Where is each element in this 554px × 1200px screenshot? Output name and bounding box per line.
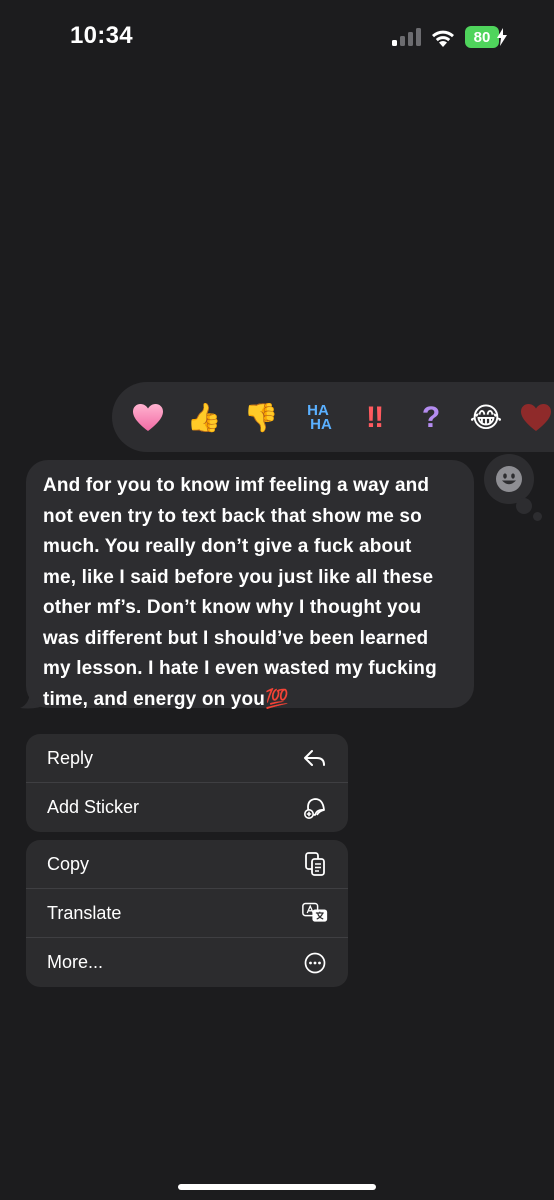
heart-icon (133, 404, 163, 431)
hundred-points-emoji: 💯 (265, 688, 289, 710)
battery-level: 80 (465, 26, 499, 48)
heart-reaction-button[interactable] (129, 399, 167, 437)
menu-item-label: Copy (47, 853, 90, 874)
menu-item-copy[interactable]: Copy (26, 840, 348, 889)
copy-icon (302, 851, 328, 877)
haha-reaction-button[interactable]: HA HA (299, 399, 337, 437)
home-indicator[interactable] (178, 1184, 376, 1190)
menu-item-label: Translate (47, 902, 122, 923)
picker-tail-dot-small (533, 512, 542, 521)
menu-item-reply[interactable]: Reply (26, 734, 348, 783)
message-bubble[interactable]: And for you to know imf feeling a way an… (26, 460, 474, 710)
thumbs-down-icon: 👎 (243, 402, 279, 433)
translate-icon (302, 900, 328, 926)
charging-bolt-icon (497, 28, 507, 46)
exclamation-reaction-button[interactable]: ‼ (356, 399, 394, 437)
thumbs-up-reaction-button[interactable]: 👍 (185, 399, 223, 437)
menu-item-add-sticker[interactable]: Add Sticker (26, 783, 348, 832)
partial-heart-reaction-button[interactable] (517, 399, 554, 437)
wifi-icon (432, 30, 454, 47)
tears-of-joy-reaction-button[interactable]: 😂 (467, 399, 505, 437)
menu-item-label: Reply (47, 747, 94, 768)
add-sticker-icon (302, 795, 328, 821)
message-body: And for you to know imf feeling a way an… (43, 475, 437, 710)
signal-bars-icon (392, 28, 421, 46)
tears-of-joy-icon: 😂 (469, 402, 503, 433)
menu-group-primary: Reply Add Sticker (26, 734, 348, 832)
question-reaction-button[interactable]: ? (412, 399, 450, 437)
tapback-reaction-bar: 👍 👎 HA HA ‼ ? 😂 (112, 382, 554, 452)
battery-indicator: 80 (465, 26, 507, 48)
status-time: 10:34 (70, 22, 133, 49)
menu-item-translate[interactable]: Translate (26, 889, 348, 938)
thumbs-down-reaction-button[interactable]: 👎 (242, 399, 280, 437)
menu-item-more[interactable]: More... (26, 938, 348, 987)
menu-item-label: Add Sticker (47, 797, 140, 817)
double-exclamation-icon: ‼ (365, 401, 385, 434)
menu-group-secondary: Copy Translate More... (26, 840, 348, 987)
more-icon (302, 950, 328, 976)
picker-tail-dot (516, 498, 532, 514)
screen: 10:34 80 👍 👎 HA HA ‼ ? 😂 And for you to … (0, 0, 554, 1200)
thumbs-up-icon: 👍 (186, 402, 222, 433)
emoji-picker-button[interactable] (484, 454, 534, 504)
message-text: And for you to know imf feeling a way an… (43, 471, 450, 715)
reply-icon (302, 745, 328, 771)
smiley-face-icon (496, 466, 522, 492)
haha-bottom-text: HA (310, 416, 332, 433)
context-menu: Reply Add Sticker Copy Translate More... (26, 734, 348, 987)
red-heart-icon (521, 404, 551, 431)
menu-item-label: More... (47, 952, 104, 972)
question-mark-icon: ? (421, 401, 441, 434)
